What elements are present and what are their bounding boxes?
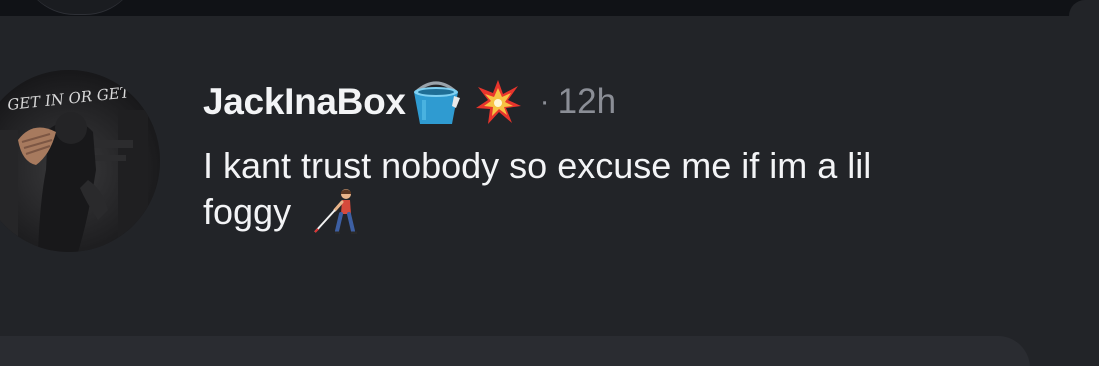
separator-dot: · — [539, 85, 550, 118]
previous-avatar-edge — [20, 0, 140, 15]
card-corner — [1069, 0, 1099, 16]
collision-icon — [474, 78, 522, 126]
post-body-line-2: foggy — [203, 188, 1063, 244]
feed-page: GET IN OR GET OUT JackInaBox · 12h I kan… — [0, 0, 1099, 366]
post-content: JackInaBox · 12h I kant trust nobody so … — [203, 80, 1063, 244]
timestamp[interactable]: 12h — [558, 82, 616, 122]
bucket-icon — [410, 78, 462, 126]
post-body: I kant trust nobody so excuse me if im a… — [203, 144, 1063, 244]
person-with-white-cane-icon — [313, 188, 365, 244]
previous-post-edge — [0, 0, 1099, 16]
avatar[interactable]: GET IN OR GET OUT — [0, 70, 160, 252]
post-card[interactable]: GET IN OR GET OUT JackInaBox · 12h I kan… — [0, 16, 1099, 336]
post-body-line-1: I kant trust nobody so excuse me if im a… — [203, 145, 872, 186]
avatar-image: GET IN OR GET OUT — [0, 70, 160, 252]
post-header: JackInaBox · 12h — [203, 80, 1063, 124]
post-body-line-2-text: foggy — [203, 191, 292, 232]
next-post-edge — [0, 336, 1030, 366]
username[interactable]: JackInaBox — [203, 81, 406, 123]
